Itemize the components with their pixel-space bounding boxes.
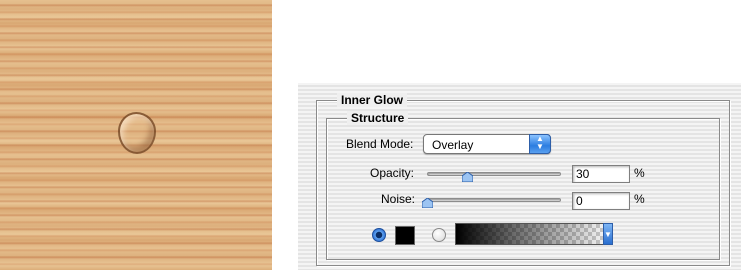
opacity-slider-thumb[interactable] xyxy=(461,172,473,182)
noise-slider-track[interactable] xyxy=(427,198,561,202)
noise-slider-thumb[interactable] xyxy=(421,198,433,208)
opacity-slider-track[interactable] xyxy=(427,172,561,176)
blend-mode-label: Blend Mode: xyxy=(346,137,414,151)
opacity-input[interactable]: 30 xyxy=(572,165,630,183)
noise-unit: % xyxy=(634,192,645,206)
dropdown-arrow-icon: ▼ xyxy=(603,223,613,245)
blend-mode-select[interactable]: Overlay ▲ ▼ xyxy=(423,134,551,154)
blend-mode-value: Overlay xyxy=(432,138,474,152)
solid-color-radio[interactable] xyxy=(372,228,386,242)
updown-arrows-icon: ▲ ▼ xyxy=(529,134,551,154)
structure-title: Structure xyxy=(347,111,409,125)
glow-color-swatch[interactable] xyxy=(395,226,415,245)
opacity-label: Opacity: xyxy=(370,166,415,180)
noise-label: Noise: xyxy=(381,192,416,206)
wood-texture-preview xyxy=(0,0,272,270)
opacity-unit: % xyxy=(634,166,645,180)
water-drop-icon xyxy=(118,112,156,154)
noise-input[interactable]: 0 xyxy=(572,192,630,210)
inner-glow-title: Inner Glow xyxy=(337,93,408,107)
gradient-radio[interactable] xyxy=(432,228,446,242)
gradient-picker[interactable]: ▼ xyxy=(455,223,613,245)
